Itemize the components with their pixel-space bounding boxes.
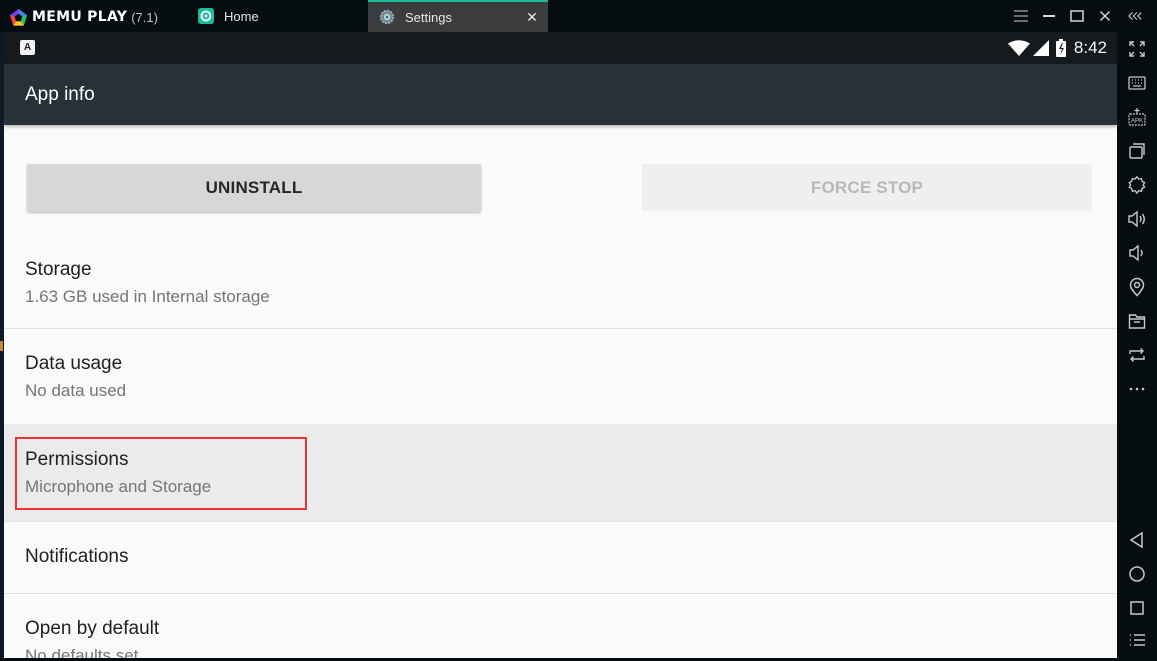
pref-title: Data usage [25, 353, 123, 374]
page-title: App info [25, 84, 95, 105]
home-icon[interactable] [1127, 564, 1147, 584]
close-icon[interactable] [1097, 8, 1113, 24]
settings-gear-icon [379, 9, 395, 25]
tab-home[interactable]: Home [197, 0, 367, 32]
collapse-sidebar-icon[interactable] [1128, 8, 1144, 24]
volume-down-icon[interactable] [1127, 243, 1147, 263]
status-clock: 8:42 [1073, 38, 1107, 57]
brand: MEMU PLAY (7.1) [9, 7, 158, 27]
location-icon[interactable] [1127, 277, 1147, 297]
brand-name: MEMU PLAY [32, 9, 128, 25]
pref-summary: No data used [25, 381, 127, 400]
pref-title: Open by default [25, 618, 160, 639]
pref-open-by-default[interactable]: Open by default No defaults set [4, 594, 1117, 658]
menu-icon[interactable] [1013, 8, 1029, 24]
memu-emulator-window: MEMU PLAY (7.1) Home Settings ✕ A 8:42 A… [0, 0, 1157, 661]
pref-storage[interactable]: Storage 1.63 GB used in Internal storage [4, 247, 1117, 328]
pref-data-usage[interactable]: Data usage No data used [4, 329, 1117, 424]
pref-notifications[interactable]: Notifications [4, 522, 1117, 593]
pref-title: Notifications [25, 546, 129, 567]
volume-up-icon[interactable] [1127, 209, 1147, 229]
android-status-bar: A 8:42 [4, 32, 1117, 64]
multi-instance-icon[interactable] [1127, 141, 1147, 161]
cell-signal-icon [1032, 40, 1049, 56]
brand-version: (7.1) [131, 9, 158, 25]
minimize-icon[interactable] [1041, 8, 1057, 24]
recent-apps-icon[interactable] [1127, 598, 1147, 618]
android-screen: A 8:42 App info UNINSTALL FORCE STOP Sto… [4, 32, 1117, 658]
pref-title: Storage [25, 259, 92, 280]
fullscreen-icon[interactable] [1127, 39, 1147, 59]
tab-home-label: Home [224, 8, 259, 24]
tab-settings[interactable]: Settings ✕ [368, 0, 548, 32]
menu-list-icon[interactable] [1127, 630, 1147, 650]
svg-text:APK: APK [1131, 119, 1143, 125]
uninstall-button[interactable]: UNINSTALL [27, 164, 481, 212]
force-stop-button: FORCE STOP [642, 164, 1092, 211]
keyboard-mapping-icon[interactable] [1127, 73, 1147, 93]
status-icons: 8:42 [1007, 38, 1107, 58]
app-bar: App info [4, 64, 1117, 125]
home-app-icon [198, 8, 214, 24]
settings-icon[interactable] [1127, 175, 1147, 195]
wifi-icon [1007, 40, 1030, 56]
tab-settings-label: Settings [405, 9, 452, 25]
emulator-toolbar: APK [1117, 32, 1157, 661]
more-icon[interactable] [1127, 379, 1147, 399]
notification-app-icon: A [20, 40, 35, 55]
back-icon[interactable] [1127, 530, 1147, 550]
battery-charging-icon [1055, 39, 1066, 57]
shared-folder-icon[interactable] [1127, 311, 1147, 331]
pref-summary: 1.63 GB used in Internal storage [25, 287, 270, 306]
close-tab-button[interactable]: ✕ [525, 9, 539, 26]
install-apk-icon[interactable]: APK [1127, 107, 1147, 127]
maximize-icon[interactable] [1069, 8, 1085, 24]
frame-marker [0, 341, 3, 351]
title-bar: MEMU PLAY (7.1) Home Settings ✕ [0, 0, 1157, 32]
memu-logo-icon [9, 8, 28, 26]
highlight-annotation-box [15, 437, 307, 510]
pref-summary: No defaults set [25, 646, 139, 658]
rotate-icon[interactable] [1127, 345, 1147, 365]
